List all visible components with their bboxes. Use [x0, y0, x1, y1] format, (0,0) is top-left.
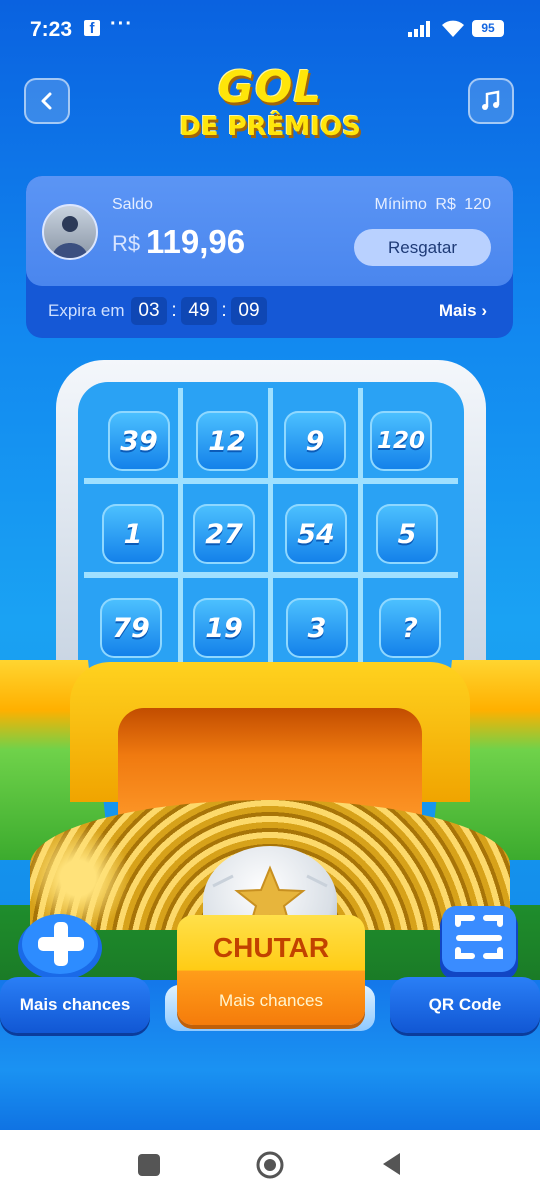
expires-label: Expira em — [48, 301, 125, 320]
timer-separator: : — [221, 300, 227, 321]
board-tile[interactable]: 3 — [286, 598, 348, 658]
back-button[interactable] — [24, 78, 70, 124]
chevron-left-icon — [41, 92, 52, 110]
game-screen: 7:23 f ··· 95 GOL DE PRÊMIOS Saldo R$ 11… — [0, 0, 540, 1130]
more-notifications-icon: ··· — [110, 13, 133, 35]
board-tile[interactable]: 120 — [370, 411, 432, 471]
board-tile[interactable]: 54 — [285, 504, 347, 564]
kick-button-label: CHUTAR — [212, 932, 330, 963]
board-tile[interactable]: 9 — [284, 411, 346, 471]
wifi-icon — [442, 20, 464, 37]
timer-seconds: 09 — [231, 297, 267, 325]
redeem-button[interactable]: Resgatar — [354, 229, 491, 266]
timer-minutes: 49 — [181, 297, 217, 325]
more-link[interactable]: Mais › — [439, 301, 487, 321]
board-tile[interactable]: 1 — [102, 504, 164, 564]
back-icon[interactable] — [380, 1151, 402, 1177]
game-title: GOL DE PRÊMIOS — [170, 62, 370, 143]
countdown-timer: 03 : 49 : 09 — [131, 297, 267, 325]
net-rope — [178, 388, 183, 663]
kick-button-sublabel: Mais chances — [219, 991, 323, 1010]
signal-icon — [408, 21, 430, 37]
music-button[interactable] — [468, 78, 514, 124]
net-rope — [268, 388, 273, 663]
balance-amount: 119,96 — [146, 223, 246, 260]
timer-separator: : — [171, 300, 177, 321]
board-tile[interactable]: 39 — [108, 411, 170, 471]
balance-label: Saldo — [112, 196, 153, 213]
status-time: 7:23 — [30, 18, 73, 41]
battery-icon: 95 — [472, 20, 504, 37]
plus-icon[interactable] — [14, 906, 106, 982]
home-icon[interactable] — [255, 1150, 285, 1180]
balance-card-top: Saldo R$ 119,96 Mínimo R$ 120 Resgatar — [26, 176, 513, 286]
balance-card: Saldo R$ 119,96 Mínimo R$ 120 Resgatar E… — [26, 176, 513, 338]
status-bar: 7:23 f ··· 95 — [0, 0, 540, 58]
facebook-icon: f — [84, 20, 100, 37]
balance-currency: R$ — [112, 231, 141, 256]
qr-code-button[interactable]: QR Code — [390, 977, 540, 1033]
user-photo — [52, 216, 88, 258]
board-tile[interactable]: 27 — [193, 504, 255, 564]
music-note-icon — [482, 90, 500, 110]
avatar — [42, 204, 98, 260]
kick-button[interactable]: CHUTAR Mais chances — [177, 915, 365, 1025]
board-tile[interactable]: 79 — [100, 598, 162, 658]
recent-apps-icon[interactable] — [138, 1154, 160, 1176]
board-tile-mystery[interactable]: ? — [379, 598, 441, 658]
timer-hours: 03 — [131, 297, 167, 325]
board-tile[interactable]: 19 — [193, 598, 255, 658]
title-line-1: GOL — [217, 62, 323, 113]
net-rope — [358, 388, 363, 663]
title-line-2: DE PRÊMIOS — [179, 112, 361, 142]
more-chances-button[interactable]: Mais chances — [0, 977, 150, 1033]
board-tile[interactable]: 5 — [376, 504, 438, 564]
board-tile[interactable]: 12 — [196, 411, 258, 471]
qr-code-icon[interactable] — [432, 902, 524, 984]
minimum-label: Mínimo R$ 120 — [374, 196, 492, 213]
